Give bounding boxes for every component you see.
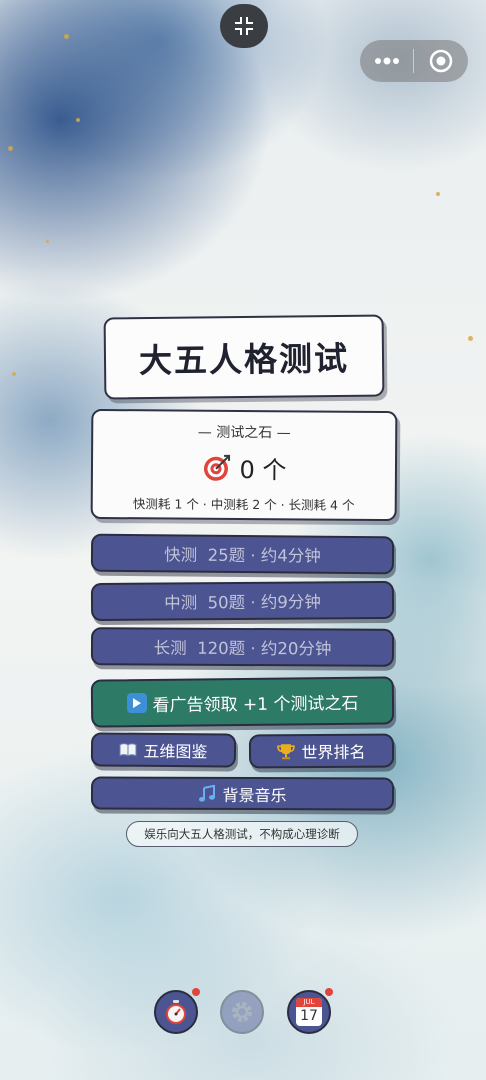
- more-button[interactable]: [360, 40, 413, 82]
- bgm-label: 背景音乐: [222, 785, 287, 805]
- world-ranking-label: 世界排名: [301, 742, 366, 763]
- page-title: 大五人格测试: [138, 338, 350, 381]
- bgm-button[interactable]: 背景音乐: [90, 776, 395, 811]
- close-miniprogram-button[interactable]: [414, 40, 467, 82]
- stone-count: 0 个: [239, 455, 287, 485]
- play-icon: [126, 693, 147, 714]
- calendar-month: JUL: [296, 998, 322, 1007]
- disclaimer-badge: 娱乐向大五人格测试，不构成心理诊断: [126, 821, 358, 847]
- stone-header: — 测试之石 —: [197, 424, 291, 442]
- miniprogram-capsule: [360, 40, 468, 82]
- book-icon: [119, 743, 138, 757]
- medium-test-label: 中测 50题 · 约9分钟: [164, 592, 321, 613]
- music-note-icon: [199, 784, 216, 802]
- stone-count-row: 0 个: [93, 449, 395, 486]
- medium-test-button[interactable]: 中测 50题 · 约9分钟: [90, 580, 395, 622]
- gold-speck: [436, 192, 440, 196]
- long-test-button[interactable]: 长测 120题 · 约20分钟: [90, 627, 395, 667]
- gear-icon: [232, 1002, 252, 1022]
- calendar-day: 17: [300, 1008, 318, 1024]
- calendar-icon: JUL 17: [296, 998, 322, 1026]
- disclaimer-text: 娱乐向大五人格测试，不构成心理诊断: [144, 827, 340, 841]
- gold-speck: [76, 118, 80, 122]
- long-test-label: 长测 120题 · 约20分钟: [153, 638, 332, 659]
- watch-ad-label: 看广告领取 +1 个测试之石: [152, 693, 359, 716]
- stone-card: — 测试之石 — 0 个 快测耗 1 个 · 中测耗 2 个 · 长测耗 4 个: [90, 408, 398, 522]
- target-icon: [203, 454, 230, 481]
- settings-button[interactable]: [220, 990, 264, 1034]
- record-circle-icon: [429, 49, 452, 73]
- notification-dot: [192, 988, 200, 996]
- gold-speck: [468, 336, 473, 341]
- gold-speck: [64, 34, 69, 39]
- quick-test-button[interactable]: 快测 25题 · 约4分钟: [90, 533, 395, 575]
- gold-speck: [12, 372, 16, 376]
- exit-fullscreen-button[interactable]: [220, 4, 268, 48]
- title-card: 大五人格测试: [103, 314, 385, 400]
- more-dots-icon: [374, 57, 399, 65]
- quick-test-label: 快测 25题 · 约4分钟: [164, 545, 321, 566]
- stopwatch-button[interactable]: [154, 988, 200, 1034]
- stone-cost-info: 快测耗 1 个 · 中测耗 2 个 · 长测耗 4 个: [132, 496, 355, 513]
- gold-speck: [46, 240, 49, 243]
- trophy-icon: [277, 744, 296, 760]
- gold-speck: [8, 146, 13, 151]
- watch-ad-button[interactable]: 看广告领取 +1 个测试之石: [90, 676, 395, 728]
- stopwatch-icon: [166, 1000, 186, 1024]
- daily-calendar-button[interactable]: JUL 17: [287, 988, 333, 1034]
- atlas-label: 五维图鉴: [143, 741, 208, 762]
- world-ranking-button[interactable]: 世界排名: [248, 733, 395, 769]
- atlas-button[interactable]: 五维图鉴: [90, 732, 237, 768]
- collapse-icon: [235, 17, 253, 35]
- notification-dot: [325, 988, 333, 996]
